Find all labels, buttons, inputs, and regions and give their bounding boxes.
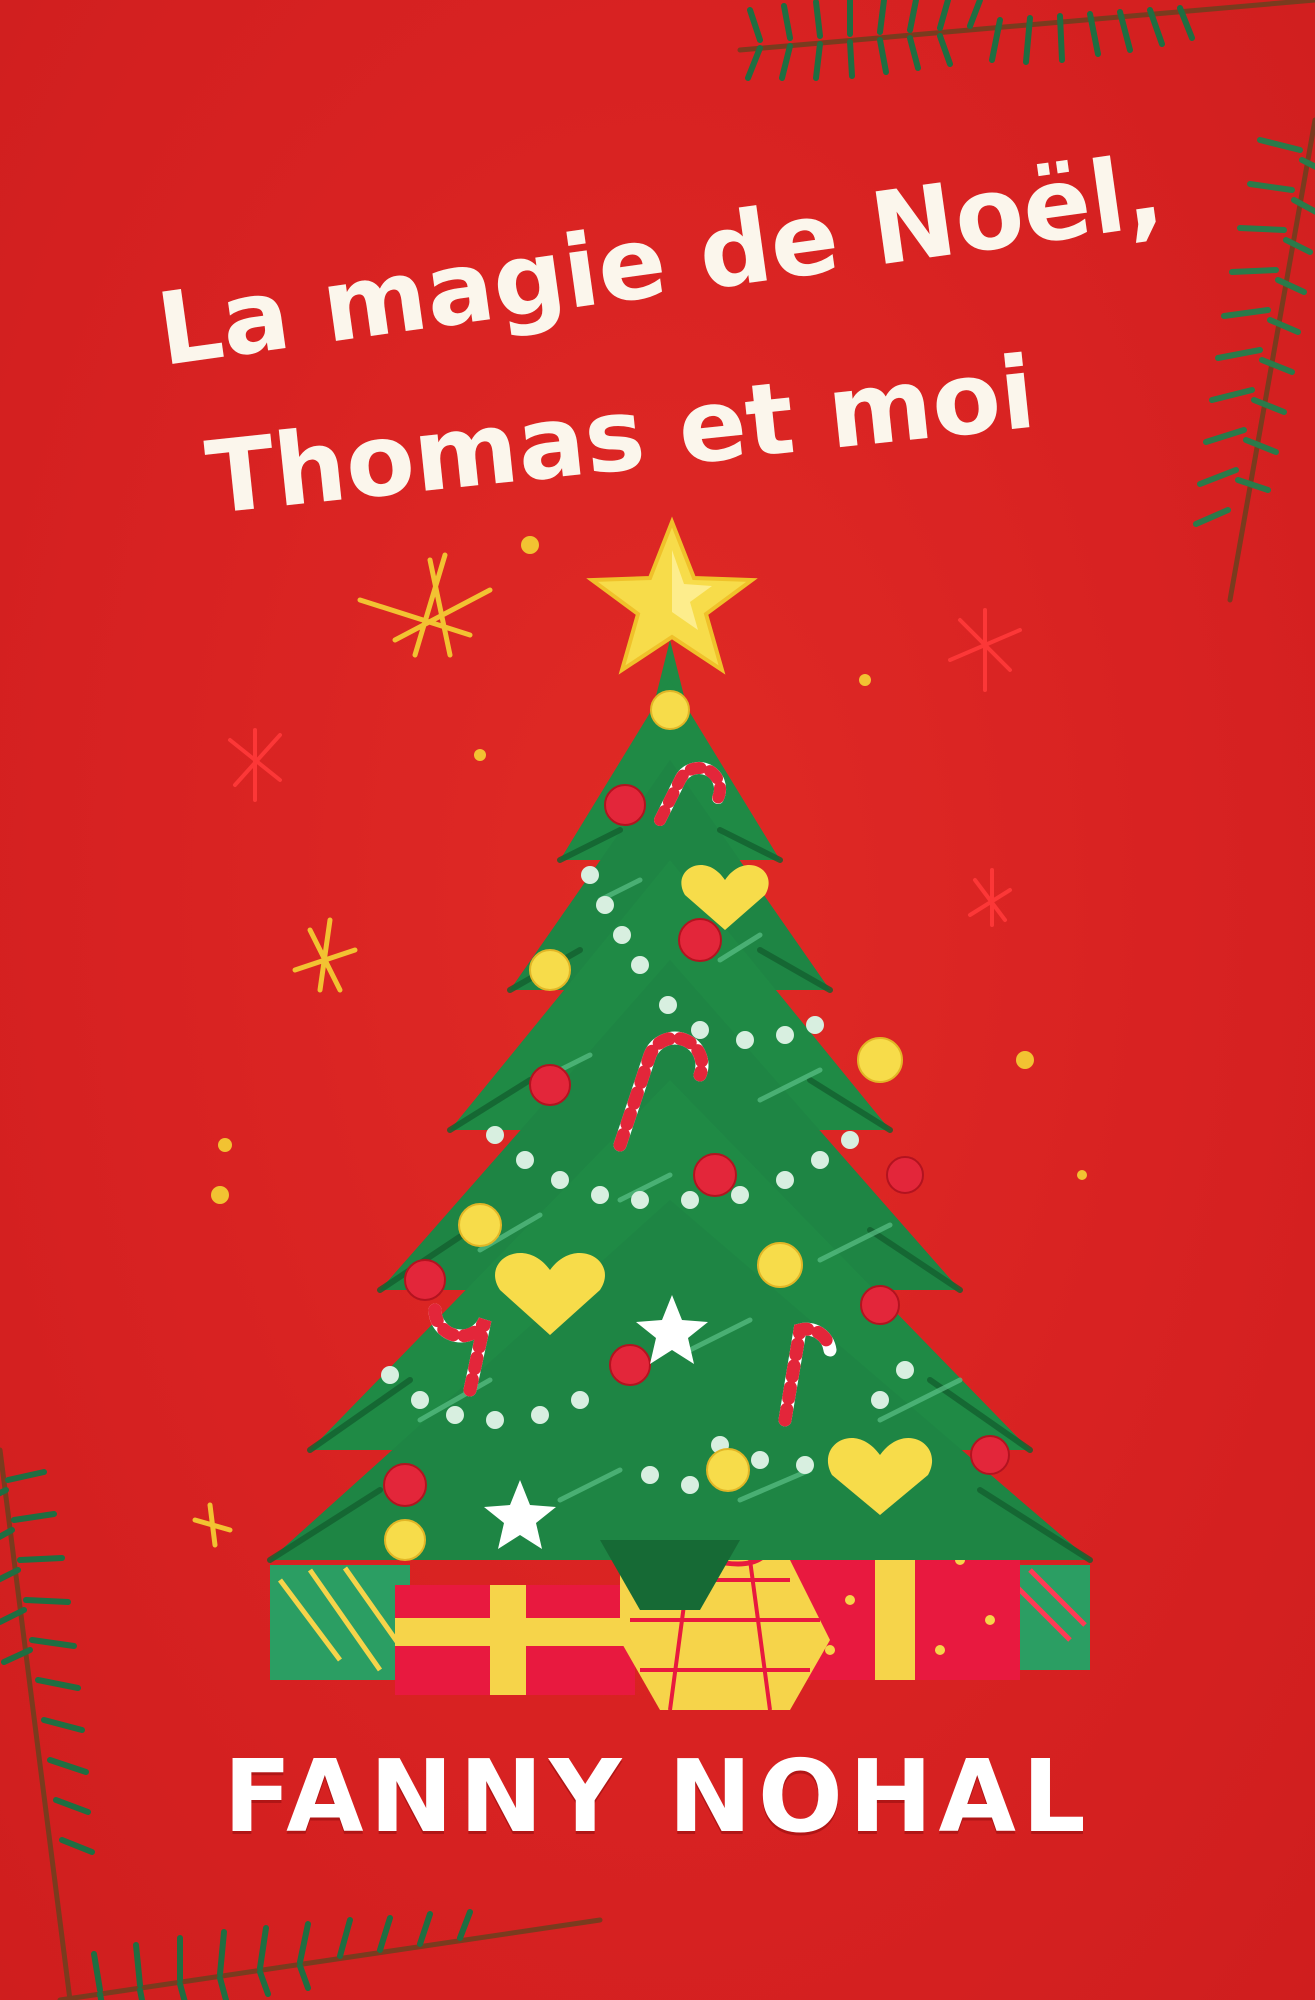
author-name: FANNY NOHAL: [223, 1738, 1092, 1855]
title-block: La magie de Noël, Thomas et moi: [150, 132, 1169, 537]
book-cover: La magie de Noël, Thomas et moi FANNY NO…: [0, 0, 1315, 2000]
